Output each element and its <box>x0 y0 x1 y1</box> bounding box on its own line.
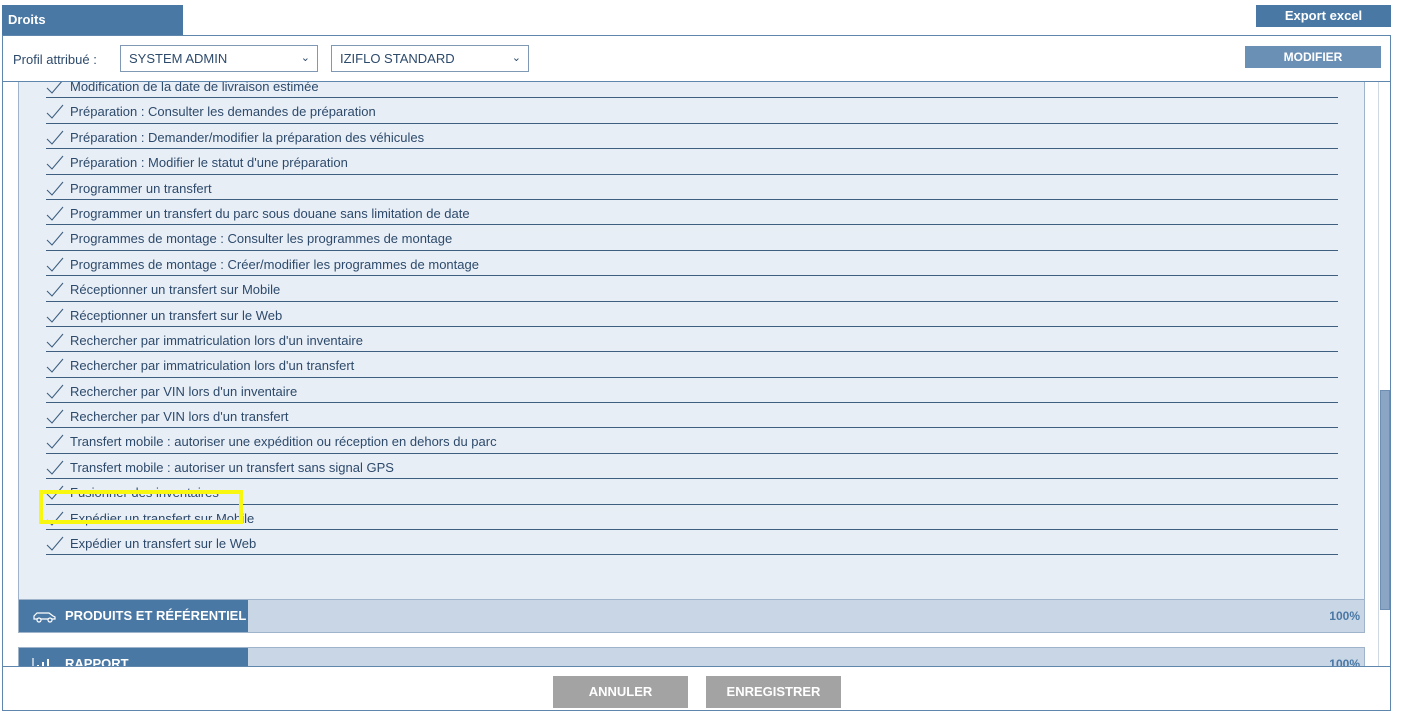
section-title: PRODUITS ET RÉFÉRENTIEL <box>65 608 247 623</box>
checkmark-icon <box>46 358 64 374</box>
checkmark-icon <box>46 82 63 94</box>
right-row[interactable]: Modification de la date de livraison est… <box>46 82 1338 99</box>
checkmark-icon <box>46 257 64 272</box>
bar-chart-icon <box>32 658 49 666</box>
checkmark-icon <box>46 333 64 348</box>
vertical-scrollbar[interactable] <box>1378 82 1390 666</box>
right-row[interactable]: Préparation : Modifier le statut d'une p… <box>46 149 1338 175</box>
checkmark-icon <box>46 460 64 475</box>
right-label: Transfert mobile : autoriser une expédit… <box>70 434 497 450</box>
chevron-down-icon: ⌄ <box>300 52 310 64</box>
right-row[interactable]: Programmes de montage : Consulter les pr… <box>46 225 1338 251</box>
right-label: Préparation : Modifier le statut d'une p… <box>70 155 348 171</box>
checkmark-icon <box>46 181 64 196</box>
profile-select-value: SYSTEM ADMIN <box>129 51 228 66</box>
section-header: RAPPORT <box>19 648 248 666</box>
profile-toolbar: Profil attribué : SYSTEM ADMIN ⌄ IZIFLO … <box>3 36 1390 82</box>
right-row[interactable]: Rechercher par immatriculation lors d'un… <box>46 352 1338 378</box>
right-row[interactable]: Transfert mobile : autoriser un transfer… <box>46 454 1338 480</box>
right-label: Expédier un transfert sur le Web <box>70 536 257 552</box>
rights-list: Modification de la date de livraison est… <box>46 82 1338 556</box>
template-select[interactable]: IZIFLO STANDARD ⌄ <box>331 45 529 72</box>
right-label: Rechercher par VIN lors d'un transfert <box>70 409 289 425</box>
highlight-box <box>39 490 243 524</box>
right-row[interactable]: Préparation : Demander/modifier la prépa… <box>46 124 1338 150</box>
checkmark-icon <box>46 206 64 221</box>
export-excel-button[interactable]: Export excel <box>1256 5 1391 27</box>
right-row[interactable]: Réceptionner un transfert sur Mobile <box>46 276 1338 302</box>
checkmark-icon <box>46 435 64 450</box>
rights-list-box: Modification de la date de livraison est… <box>18 82 1365 631</box>
checkmark-icon <box>46 384 64 399</box>
checkmark-icon <box>46 130 64 145</box>
right-label: Programmer un transfert du parc sous dou… <box>70 205 470 221</box>
cancel-button[interactable]: ANNULER <box>553 676 688 708</box>
right-label: Réceptionner un transfert sur Mobile <box>70 282 281 298</box>
modify-button[interactable]: MODIFIER <box>1245 46 1381 68</box>
right-row[interactable]: Transfert mobile : autoriser une expédit… <box>46 428 1338 454</box>
checkmark-icon <box>46 308 64 323</box>
right-label: Programmes de montage : Consulter les pr… <box>70 231 453 247</box>
rights-panel: Profil attribué : SYSTEM ADMIN ⌄ IZIFLO … <box>2 35 1391 711</box>
right-label: Préparation : Demander/modifier la prépa… <box>70 129 425 145</box>
profile-label: Profil attribué : <box>13 52 97 67</box>
section-title: RAPPORT <box>65 656 129 666</box>
section-header: PRODUITS ET RÉFÉRENTIEL <box>19 600 248 632</box>
right-label: Rechercher par immatriculation lors d'un… <box>70 332 363 348</box>
right-row[interactable]: Rechercher par VIN lors d'un transfert <box>46 403 1338 429</box>
chevron-down-icon: ⌄ <box>511 52 521 64</box>
right-row[interactable]: Programmes de montage : Créer/modifier l… <box>46 251 1338 277</box>
right-label: Programmer un transfert <box>70 180 212 196</box>
save-button[interactable]: ENREGISTRER <box>706 676 841 708</box>
checkmark-icon <box>46 409 64 424</box>
checkmark-icon <box>46 105 64 120</box>
right-row[interactable]: Préparation : Consulter les demandes de … <box>46 98 1338 124</box>
checkmark-icon <box>46 155 64 170</box>
right-label: Modification de la date de livraison est… <box>70 82 319 94</box>
right-row[interactable]: Rechercher par VIN lors d'un inventaire <box>46 378 1338 404</box>
right-label: Transfert mobile : autoriser un transfer… <box>70 459 394 475</box>
right-label: Programmes de montage : Créer/modifier l… <box>70 256 479 272</box>
section-percent: 100% <box>1329 657 1360 666</box>
section-rapport[interactable]: RAPPORT 100% <box>18 647 1365 666</box>
car-icon <box>33 612 56 623</box>
checkmark-icon <box>46 282 64 297</box>
right-row[interactable]: Programmer un transfert <box>46 175 1338 200</box>
droits-tab[interactable]: Droits <box>2 5 183 35</box>
action-bar: ANNULER ENREGISTRER <box>3 666 1390 710</box>
section-produits-referentiel[interactable]: PRODUITS ET RÉFÉRENTIEL 100% <box>18 599 1365 633</box>
right-row[interactable]: Rechercher par immatriculation lors d'un… <box>46 327 1338 353</box>
rights-scroll-area[interactable]: Modification de la date de livraison est… <box>3 82 1392 666</box>
right-label: Rechercher par immatriculation lors d'un… <box>70 358 355 374</box>
right-label: Réceptionner un transfert sur le Web <box>70 307 283 323</box>
right-label: Préparation : Consulter les demandes de … <box>70 104 376 120</box>
right-label: Rechercher par VIN lors d'un inventaire <box>70 383 298 399</box>
template-select-value: IZIFLO STANDARD <box>340 51 455 66</box>
profile-select[interactable]: SYSTEM ADMIN ⌄ <box>120 45 318 72</box>
checkmark-icon <box>46 536 64 551</box>
section-percent: 100% <box>1329 609 1360 623</box>
scrollbar-thumb[interactable] <box>1380 390 1390 610</box>
right-row[interactable]: Réceptionner un transfert sur le Web <box>46 302 1338 327</box>
right-row[interactable]: Expédier un transfert sur le Web <box>46 530 1338 556</box>
right-row[interactable]: Programmer un transfert du parc sous dou… <box>46 200 1338 226</box>
checkmark-icon <box>46 231 64 247</box>
